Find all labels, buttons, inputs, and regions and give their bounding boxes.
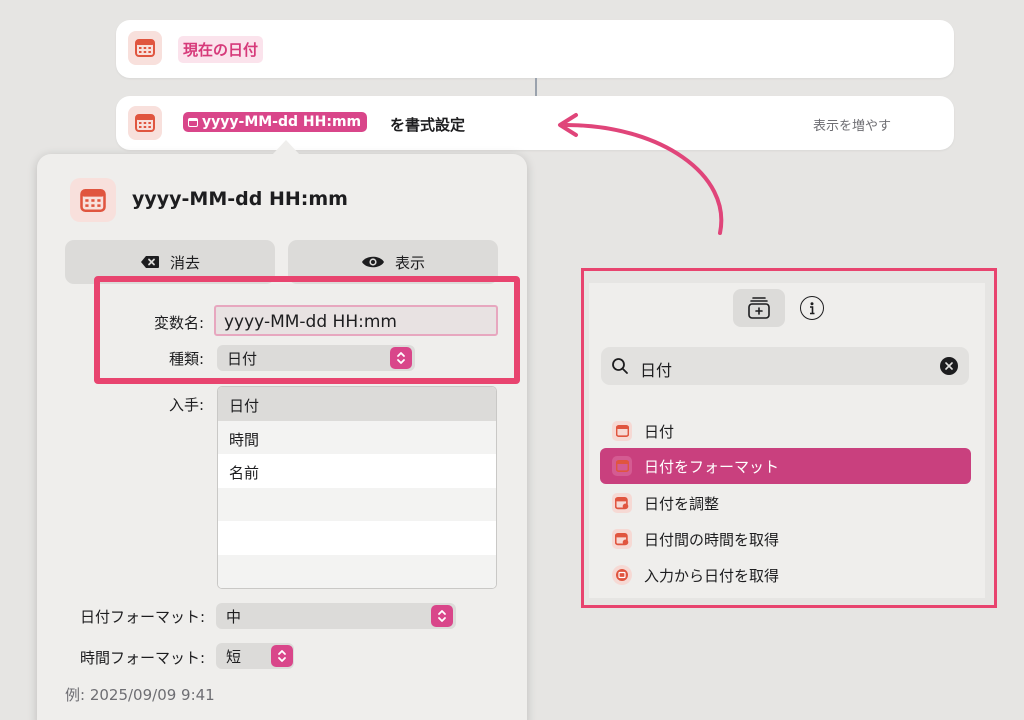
clear-search-icon[interactable] [940,357,958,375]
calendar-adjust-icon [612,493,632,513]
chevron-updown-icon[interactable] [271,645,293,667]
list-item [218,554,496,588]
format-variable-token[interactable]: yyyy-MM-dd HH:mm [183,112,368,132]
search-icon [612,358,628,374]
delete-backward-icon [140,256,159,268]
add-action-icon [748,297,770,319]
small-calendar-icon [188,117,198,127]
list-item [218,487,496,521]
show-button-label: 表示 [394,253,425,272]
search-result-label: 日付を調整 [644,494,720,513]
info-icon[interactable] [800,296,824,320]
calendar-icon [128,106,162,140]
search-result-adjust-date[interactable]: 日付を調整 [600,485,971,521]
date-format-select[interactable]: 中 [216,603,456,629]
search-result-format-date[interactable]: 日付をフォーマット [600,448,971,484]
calendar-icon [128,31,162,65]
date-format-label: 日付フォーマット: [79,608,205,626]
search-query[interactable]: 日付 [640,357,672,381]
chevron-updown-icon[interactable] [431,605,453,627]
show-more-button[interactable]: 表示を増やす [813,115,891,134]
action-connector [535,78,537,96]
current-date-label[interactable]: 現在の日付 [178,36,264,63]
search-result-label: 日付間の時間を取得 [644,530,780,549]
eye-icon [361,256,384,268]
popover-arrow [272,140,300,155]
search-result-label: 日付 [644,422,675,441]
search-result-date[interactable]: 日付 [600,413,971,449]
search-result-get-dates-from-input[interactable]: 入力から日付を取得 [600,557,971,593]
list-item [218,521,496,555]
curved-arrow-icon [558,113,724,235]
format-token-text: yyyy-MM-dd HH:mm [202,114,362,130]
example-text: 例: 2025/09/09 9:41 [65,686,215,704]
list-item[interactable]: 名前 [218,454,496,488]
get-label: 入手: [168,396,204,414]
search-result-label: 日付をフォーマット [644,457,780,476]
highlight-annotation-box [94,276,520,384]
calendar-icon [612,421,632,441]
time-format-label: 時間フォーマット: [79,649,205,667]
list-item[interactable]: 時間 [218,420,496,454]
time-format-value: 短 [226,648,242,666]
clear-button-label: 消去 [169,253,200,272]
popover-title: yyyy-MM-dd HH:mm [132,188,348,210]
action-library-button[interactable] [733,289,785,327]
calendar-circle-icon [612,565,632,585]
search-result-time-between-dates[interactable]: 日付間の時間を取得 [600,521,971,557]
date-format-value: 中 [226,608,242,626]
calendar-icon [70,178,116,222]
search-result-label: 入力から日付を取得 [644,566,780,585]
calendar-clock-icon [612,529,632,549]
get-options-list[interactable]: 日付 時間 名前 [217,386,497,589]
calendar-icon [612,456,632,476]
format-suffix-text: を書式設定 [390,116,466,134]
list-item[interactable]: 日付 [218,387,496,421]
